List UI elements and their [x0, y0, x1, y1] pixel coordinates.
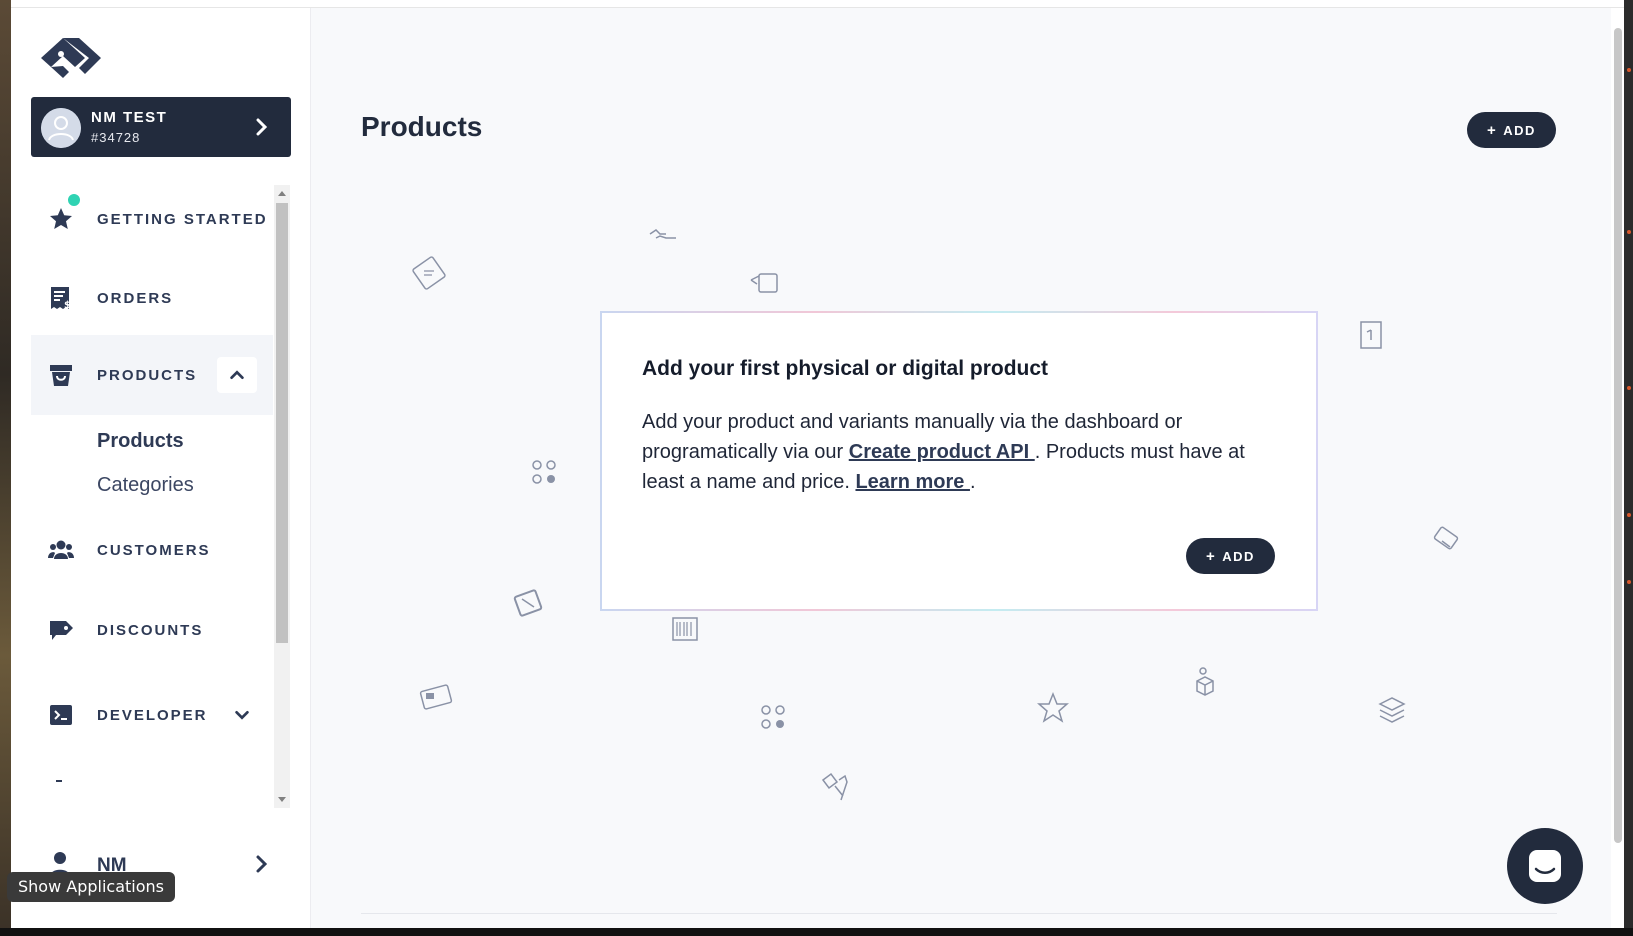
divider [361, 913, 1557, 914]
create-product-api-link[interactable]: Create product API [849, 441, 1035, 463]
tag-icon [47, 616, 75, 644]
door-illustration-icon [1353, 316, 1393, 356]
sidebar-item-label: PRODUCTS [97, 366, 198, 384]
dots-illustration-icon [525, 453, 565, 493]
empty-state-text: Add your product and variants manually v… [642, 407, 1282, 497]
box-icon [47, 361, 75, 389]
plus-icon: + [1487, 121, 1498, 139]
sidebar-item-label: DISCOUNTS [97, 621, 204, 639]
empty-state-card: Add your first physical or digital produ… [600, 311, 1318, 611]
desktop-background-right [1624, 0, 1633, 936]
add-button-label: ADD [1503, 122, 1536, 138]
avatar [41, 108, 81, 148]
scroll-up-arrow[interactable] [278, 191, 286, 196]
svg-text:$: $ [64, 300, 71, 311]
account-switcher[interactable]: NM TEST #34728 [31, 97, 291, 157]
users-icon [47, 536, 75, 564]
dots-illustration-icon [754, 698, 794, 738]
scroll-thumb[interactable] [276, 203, 288, 643]
sidebar-scrollbar[interactable] [274, 185, 290, 808]
desktop-indicator [1627, 513, 1631, 517]
empty-state-heading: Add your first physical or digital produ… [642, 357, 1049, 380]
page-title: Products [361, 111, 483, 142]
account-id: #34728 [91, 130, 141, 145]
chat-icon [1529, 850, 1561, 882]
desktop-indicator [1627, 230, 1631, 234]
bag-illustration-icon [747, 264, 787, 304]
sidebar-item-label: ORDERS [97, 289, 174, 307]
sidebar-nav: GETTING STARTED $ ORDERS PRODUCTS Produc… [31, 185, 283, 808]
sidebar-item-products[interactable]: PRODUCTS [31, 335, 273, 415]
sidebar-item-label: DEVELOPER [97, 706, 208, 724]
main-content: Products + ADD Add your first physical o… [311, 8, 1611, 928]
desktop-indicator [1627, 386, 1631, 390]
star-illustration-icon [1033, 688, 1073, 728]
app-window: NM TEST #34728 GETTING STARTED $ ORDERS … [11, 8, 1624, 928]
sidebar-item-label: CUSTOMERS [97, 541, 211, 559]
partial-nav-item [56, 780, 62, 782]
chat-launcher-button[interactable] [1507, 828, 1583, 904]
chevron-right-icon [251, 117, 271, 137]
eraser-illustration-icon [1426, 521, 1466, 561]
plus-icon: + [1206, 547, 1217, 565]
sidebar-item-developer[interactable]: DEVELOPER [31, 676, 273, 754]
sidebar-subitem-categories[interactable]: Categories [97, 474, 194, 497]
expand-developer-button[interactable] [227, 700, 257, 730]
learn-more-link[interactable]: Learn more [855, 471, 969, 493]
box-illustration-icon [508, 583, 548, 623]
brand-logo[interactable] [39, 34, 103, 82]
card-illustration-icon [416, 678, 456, 718]
desktop-taskbar-edge [0, 928, 1633, 936]
chevron-up-icon [230, 370, 244, 380]
empty-state-text-part: . [969, 471, 976, 493]
collapse-products-button[interactable] [217, 357, 257, 393]
add-first-product-button[interactable]: + ADD [1186, 538, 1275, 574]
sidebar: NM TEST #34728 GETTING STARTED $ ORDERS … [11, 8, 311, 928]
barcode-illustration-icon [665, 612, 705, 652]
sidebar-item-customers[interactable]: CUSTOMERS [31, 511, 273, 589]
desktop-indicator [1627, 580, 1631, 584]
receipt-icon: $ [47, 284, 75, 312]
desktop-indicator [1627, 68, 1631, 72]
hand-illustration-icon [646, 216, 686, 256]
page-scrollbar[interactable] [1611, 8, 1624, 928]
desktop-background-left [0, 0, 11, 936]
tools-illustration-icon [813, 766, 853, 806]
notification-dot [65, 191, 83, 209]
sidebar-subitem-products[interactable]: Products [97, 430, 184, 453]
star-icon [47, 205, 75, 233]
receipt-illustration-icon [409, 253, 449, 293]
layers-illustration-icon [1372, 688, 1412, 728]
cube-illustration-icon [1185, 663, 1225, 703]
add-button-label: ADD [1222, 548, 1255, 564]
terminal-icon [47, 701, 75, 729]
sidebar-item-orders[interactable]: $ ORDERS [31, 259, 273, 337]
account-name: NM TEST [91, 109, 168, 126]
sidebar-item-label: GETTING STARTED [97, 210, 268, 228]
add-product-button[interactable]: + ADD [1467, 112, 1556, 148]
chevron-down-icon [235, 710, 249, 720]
sidebar-item-getting-started[interactable]: GETTING STARTED [31, 185, 273, 258]
chevron-right-icon [251, 854, 271, 874]
scroll-down-arrow[interactable] [278, 797, 286, 802]
sidebar-item-discounts[interactable]: DISCOUNTS [31, 591, 273, 669]
browser-top-strip [11, 0, 1624, 8]
page-scroll-thumb[interactable] [1614, 28, 1622, 843]
show-applications-tooltip: Show Applications [7, 872, 175, 902]
